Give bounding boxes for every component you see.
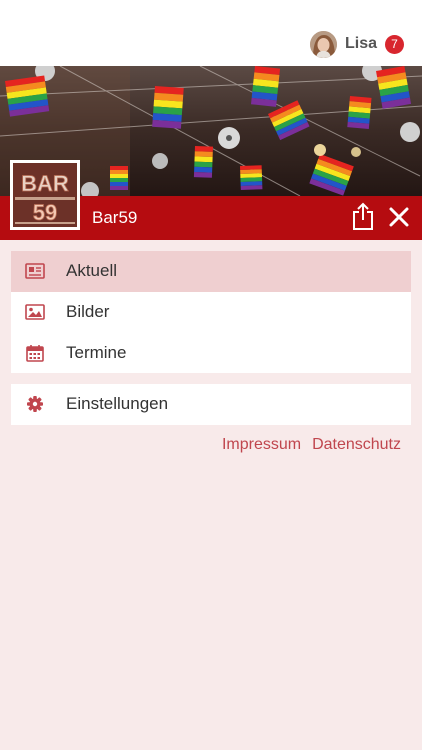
user-profile[interactable]: Lisa 7 xyxy=(309,30,404,58)
menu-item-termine[interactable]: Termine xyxy=(11,332,411,373)
menu-item-label: Termine xyxy=(66,342,127,362)
calendar-icon xyxy=(24,344,46,362)
top-bar: Lisa 7 xyxy=(0,0,422,66)
share-icon[interactable] xyxy=(350,202,376,232)
menu-item-einstellungen[interactable]: Einstellungen xyxy=(11,384,411,425)
svg-text:59: 59 xyxy=(33,200,57,225)
image-icon xyxy=(24,303,46,321)
menu-item-label: Aktuell xyxy=(66,261,118,281)
gear-icon xyxy=(24,395,46,413)
user-avatar-icon[interactable] xyxy=(309,30,337,58)
menu-item-label: Bilder xyxy=(66,301,110,321)
close-icon[interactable] xyxy=(386,204,412,230)
venue-name: Bar59 xyxy=(92,208,138,227)
notification-badge[interactable]: 7 xyxy=(385,34,404,54)
newspaper-icon xyxy=(24,262,46,280)
settings-menu: Einstellungen xyxy=(11,384,411,425)
menu-item-bilder[interactable]: Bilder xyxy=(11,292,411,333)
venue-logo: BAR 59 xyxy=(10,160,80,230)
svg-text:BAR: BAR xyxy=(21,171,69,196)
footer-links: Impressum Datenschutz xyxy=(222,436,401,454)
impressum-link[interactable]: Impressum xyxy=(222,436,301,454)
datenschutz-link[interactable]: Datenschutz xyxy=(312,436,401,454)
user-name[interactable]: Lisa xyxy=(345,35,377,53)
menu-item-aktuell[interactable]: Aktuell xyxy=(11,251,411,292)
main-menu: Aktuell Bilder Termine xyxy=(11,251,411,373)
menu-item-label: Einstellungen xyxy=(66,394,169,414)
